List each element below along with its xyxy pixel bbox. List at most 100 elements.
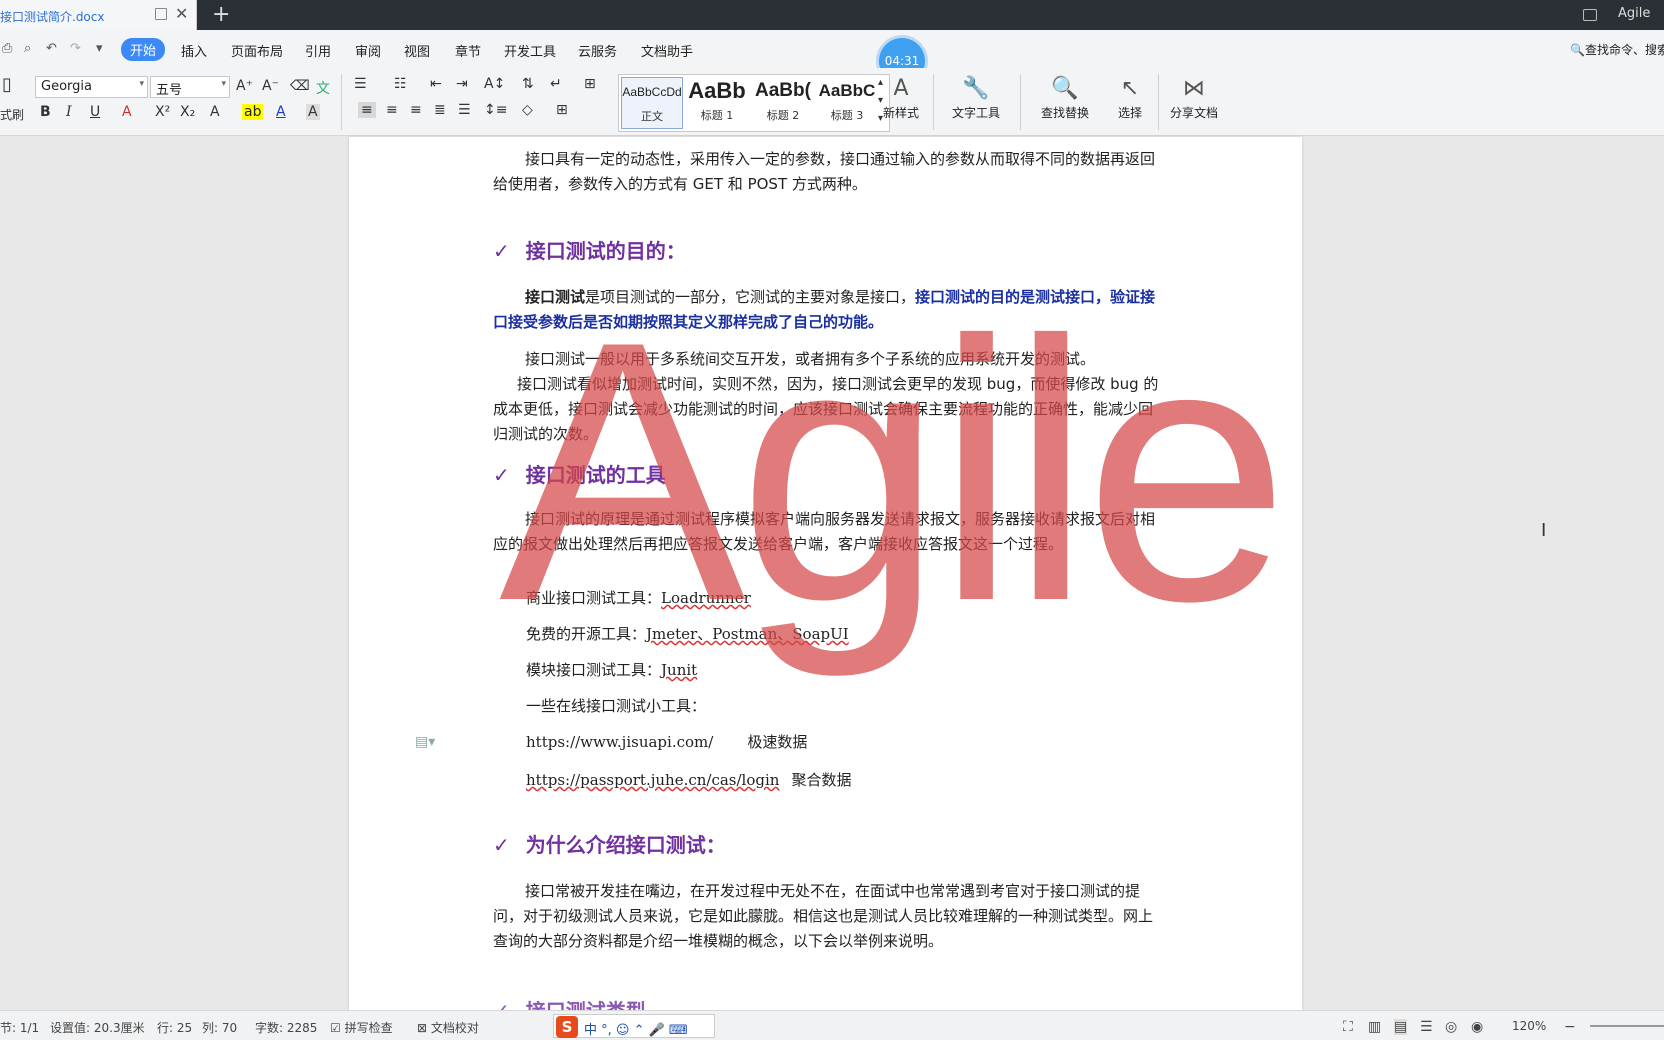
style-heading-3[interactable]: AaBbC 标题 3 [817,77,877,129]
underline-icon[interactable]: U [90,104,100,120]
menu-insert[interactable]: 插入 [181,41,207,60]
undo-icon[interactable]: ↶ [46,41,57,56]
tablet-mode-icon[interactable] [1583,9,1597,21]
style-label: 标题 1 [700,109,734,122]
char-shading-icon[interactable]: A [306,104,320,120]
shading-icon[interactable]: ◇ [522,102,533,118]
print-icon[interactable]: ⎙ [2,41,12,56]
chinese-layout-icon[interactable]: A↕ [484,76,505,92]
document-tab-title: 接口测试简介.docx [0,10,105,24]
close-tab-icon[interactable]: ✕ [175,4,188,23]
menu-developer-tools[interactable]: 开发工具 [504,41,556,60]
menu-review[interactable]: 审阅 [355,41,381,60]
spell-check-button[interactable]: ☑ 拼写检查 [330,1019,393,1036]
find-replace-button[interactable]: 🔍 查找替换 [1030,74,1100,121]
text-effect-icon[interactable]: A [210,104,220,120]
paragraph-marker-icon[interactable]: ▤▾ [415,734,435,750]
outline-view-icon[interactable]: ☰ [1420,1019,1433,1035]
zoom-slider[interactable] [1590,1025,1664,1027]
highlight-icon[interactable]: ab [242,104,264,120]
checkmark-icon: ✓ [493,999,510,1010]
style-gallery: AaBbCcDd 正文 AaBb 标题 1 AaBb( 标题 2 AaBbC 标… [618,74,890,132]
status-words[interactable]: 字数: 2285 [255,1019,317,1036]
style-heading-2[interactable]: AaBb( 标题 2 [751,77,815,129]
jisuapi-name: 极速数据 [747,733,808,751]
strikethrough-icon[interactable]: A [122,104,132,120]
command-search[interactable]: 🔍查找命令、搜索 [1570,41,1664,58]
heading-tools: ✓ 接口测试的工具 [493,459,666,488]
page-view-icon[interactable]: ▤ [1394,1019,1408,1035]
checkmark-icon: ✓ [493,463,510,487]
sort-icon[interactable]: ⇅ [522,76,534,92]
checkmark-icon: ✓ [493,239,510,263]
status-row: 行: 25 [157,1021,193,1035]
align-right-icon[interactable]: ≡ [410,102,422,118]
numbering-icon[interactable]: ☷ [394,76,407,92]
print-preview-icon[interactable]: ⌕ [24,41,31,56]
doc-proof-button[interactable]: ⊠ 文档校对 [417,1019,479,1036]
bold-icon[interactable]: B [40,104,51,120]
subscript-icon[interactable]: X₂ [180,104,195,120]
phonetic-guide-icon[interactable]: 文 [316,78,330,98]
decrease-indent-icon[interactable]: ⇤ [430,76,442,92]
align-left-icon[interactable]: ≡ [358,102,376,118]
zoom-level[interactable]: 120% [1512,1019,1546,1033]
distributed-icon[interactable]: ☰ [458,102,471,118]
status-section: 节: 1/1 [0,1021,40,1035]
user-name[interactable]: Agile [1618,6,1650,21]
font-size-select[interactable]: 五号 ▾ [150,76,230,98]
style-normal[interactable]: AaBbCcDd 正文 [621,77,683,129]
share-doc-button[interactable]: ⋈ 分享文档 [1164,74,1224,121]
table-border-icon[interactable]: ⊞ [556,102,568,118]
font-color-icon[interactable]: A [276,104,286,120]
style-label: 标题 3 [830,109,864,122]
zoom-out-icon[interactable]: − [1564,1019,1576,1035]
redo-icon[interactable]: ↷ [70,41,81,56]
paragraph-intro: 接口具有一定的动态性，采用传入一定的参数，接口通过输入的参数从而取得不同的数据再… [493,150,1156,193]
border-icon[interactable]: ⊞ [584,76,596,92]
menu-chapter[interactable]: 章节 [455,41,481,60]
font-name-select[interactable]: Georgia ▾ [35,76,148,98]
grow-font-icon[interactable]: A⁺ [236,78,253,94]
chevron-down-icon: ▾ [139,79,144,89]
menu-page-layout[interactable]: 页面布局 [231,41,283,60]
menu-document-assistant[interactable]: 文档助手 [641,41,693,60]
shrink-font-icon[interactable]: A⁻ [262,78,279,94]
style-heading-1[interactable]: AaBb 标题 1 [685,77,749,129]
module-label: 模块接口测试工具： [526,661,662,679]
customize-quick-access-icon[interactable]: ▾ [96,41,103,56]
menu-cloud-service[interactable]: 云服务 [578,41,617,60]
new-tab-icon[interactable]: + [212,2,230,27]
document-page[interactable]: 接口具有一定的动态性，采用传入一定的参数，接口通过输入的参数从而取得不同的数据再… [349,137,1302,1010]
new-style-button[interactable]: A 新样式 [874,74,928,121]
juhe-url[interactable]: https://passport.juhe.cn/cas/login [526,771,779,789]
paragraph-principle: 接口测试的原理是通过测试程序模拟客户端向服务器发送请求报文，服务器接收请求报文后… [493,510,1156,553]
clear-format-icon[interactable]: ⌫ [290,78,310,94]
separator [933,74,934,130]
online-tool-juhe: https://passport.juhe.cn/cas/login 聚合数据 [526,769,851,790]
eye-protect-icon[interactable]: ◉ [1471,1019,1483,1035]
jisuapi-url[interactable]: https://www.jisuapi.com/ [526,733,713,751]
italic-icon[interactable]: I [66,104,72,120]
cursor-icon: ↖ [1120,76,1140,101]
window-restore-icon[interactable] [155,8,167,20]
bullets-icon[interactable]: ☰ [354,76,367,92]
select-button[interactable]: ↖ 选择 [1106,74,1154,121]
fullscreen-icon[interactable]: ⛶ [1343,1019,1353,1035]
increase-indent-icon[interactable]: ⇥ [456,76,468,92]
menu-view[interactable]: 视图 [404,41,430,60]
justify-icon[interactable]: ≣ [434,102,446,118]
menu-home[interactable]: 开始 [121,38,166,61]
web-view-icon[interactable]: ◎ [1445,1019,1457,1035]
input-method-bar[interactable]: S 中 °, ☺ ⌃ 🎤 ⌨ [553,1014,715,1038]
align-center-icon[interactable]: ≡ [386,102,398,118]
read-mode-icon[interactable]: ▥ [1368,1019,1381,1035]
format-painter-icon[interactable]: ▯ [2,74,12,95]
superscript-icon[interactable]: X² [155,104,170,120]
text-tools-button[interactable]: 🔧 文字工具 [940,74,1012,121]
menu-references[interactable]: 引用 [305,41,331,60]
module-value: Junit [661,661,698,679]
document-tab[interactable]: 接口测试简介.docx ✕ [0,0,197,30]
show-hide-icon[interactable]: ↵ [550,76,562,92]
line-spacing-icon[interactable]: ↕≡ [484,102,507,118]
